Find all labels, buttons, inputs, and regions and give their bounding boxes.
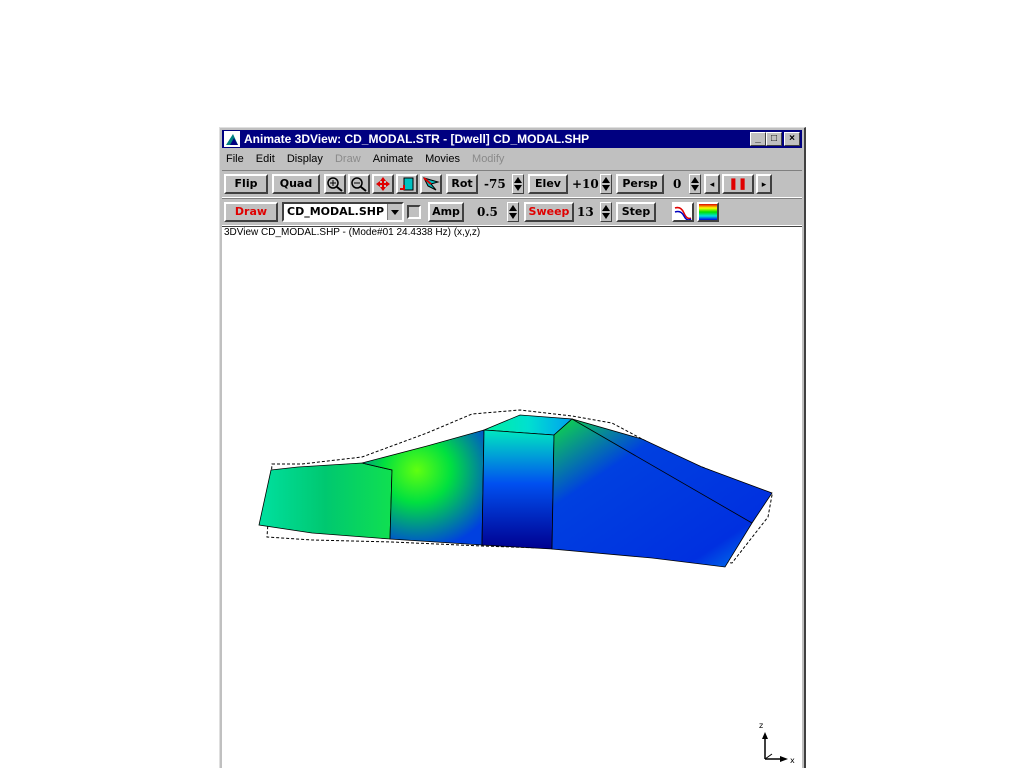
amp-button[interactable]: Amp bbox=[428, 202, 464, 222]
menu-draw: Draw bbox=[334, 153, 361, 165]
rot-value: -75 bbox=[484, 177, 506, 191]
move-icon[interactable] bbox=[372, 174, 394, 194]
maximize-button[interactable]: □ bbox=[766, 132, 782, 146]
minimize-button[interactable]: _ bbox=[750, 132, 766, 146]
dropdown-arrow-icon[interactable] bbox=[387, 204, 402, 220]
menu-bar: File Edit Display Draw Animate Movies Mo… bbox=[222, 150, 802, 168]
mode-shape-model: z x bbox=[258, 409, 795, 765]
menu-modify: Modify bbox=[472, 153, 505, 165]
app-window: Animate 3DView: CD_MODAL.STR - [Dwell] C… bbox=[219, 127, 806, 768]
flip-button[interactable]: Flip bbox=[224, 174, 268, 194]
option-checkbox[interactable] bbox=[407, 205, 421, 219]
persp-spinner[interactable] bbox=[689, 174, 701, 194]
sweep-button[interactable]: Sweep bbox=[524, 202, 574, 222]
draw-toolbar: Draw CD_MODAL.SHP Amp 0.5 Sweep 13 Step bbox=[222, 198, 802, 226]
menu-display[interactable]: Display bbox=[283, 150, 328, 168]
draw-button[interactable]: Draw bbox=[224, 202, 278, 222]
step-back-icon[interactable]: ◂ bbox=[704, 174, 720, 194]
rot-button[interactable]: Rot bbox=[446, 174, 478, 194]
3d-view-canvas[interactable]: 3DView CD_MODAL.SHP - (Mode#01 24.4338 H… bbox=[222, 226, 802, 768]
x-axis-label: x bbox=[790, 756, 795, 765]
color-scale-icon[interactable] bbox=[697, 202, 719, 222]
zoom-in-icon[interactable] bbox=[324, 174, 346, 194]
persp-button[interactable]: Persp bbox=[616, 174, 664, 194]
z-axis-label: z bbox=[759, 721, 763, 730]
menu-animate[interactable]: Animate bbox=[369, 150, 418, 168]
axis-triad bbox=[762, 732, 788, 762]
rotate-icon[interactable] bbox=[420, 174, 442, 194]
pause-icon[interactable]: ❚❚ bbox=[722, 174, 754, 194]
menu-movies[interactable]: Movies bbox=[421, 150, 465, 168]
close-button[interactable]: × bbox=[784, 132, 800, 146]
zoom-out-icon[interactable] bbox=[348, 174, 370, 194]
shape-file-value: CD_MODAL.SHP bbox=[287, 205, 385, 218]
model-panel-right bbox=[551, 418, 773, 568]
curve-icon[interactable] bbox=[672, 202, 694, 222]
rot-spinner[interactable] bbox=[512, 174, 524, 194]
sweep-spinner[interactable] bbox=[600, 202, 612, 222]
step-button[interactable]: Step bbox=[616, 202, 656, 222]
model-panel-left bbox=[258, 462, 393, 540]
elev-value: +10 bbox=[572, 177, 599, 191]
window-icon[interactable] bbox=[396, 174, 418, 194]
amp-value: 0.5 bbox=[477, 205, 498, 219]
quad-button[interactable]: Quad bbox=[272, 174, 320, 194]
elev-button[interactable]: Elev bbox=[528, 174, 568, 194]
elev-spinner[interactable] bbox=[600, 174, 612, 194]
menu-file[interactable]: File bbox=[222, 150, 249, 168]
model-panel-center bbox=[481, 429, 555, 550]
view-toolbar: Flip Quad Rot -75 Elev +10 Persp 0 ◂ ❚❚ … bbox=[222, 170, 802, 198]
window-title: Animate 3DView: CD_MODAL.STR - [Dwell] C… bbox=[244, 132, 590, 146]
title-bar[interactable]: Animate 3DView: CD_MODAL.STR - [Dwell] C… bbox=[222, 130, 802, 148]
app-icon bbox=[224, 131, 240, 147]
sweep-value: 13 bbox=[577, 205, 594, 219]
amp-spinner[interactable] bbox=[507, 202, 519, 222]
menu-edit[interactable]: Edit bbox=[252, 150, 280, 168]
persp-value: 0 bbox=[673, 177, 682, 191]
shape-file-select[interactable]: CD_MODAL.SHP bbox=[282, 202, 404, 222]
step-forward-icon[interactable]: ▸ bbox=[756, 174, 772, 194]
